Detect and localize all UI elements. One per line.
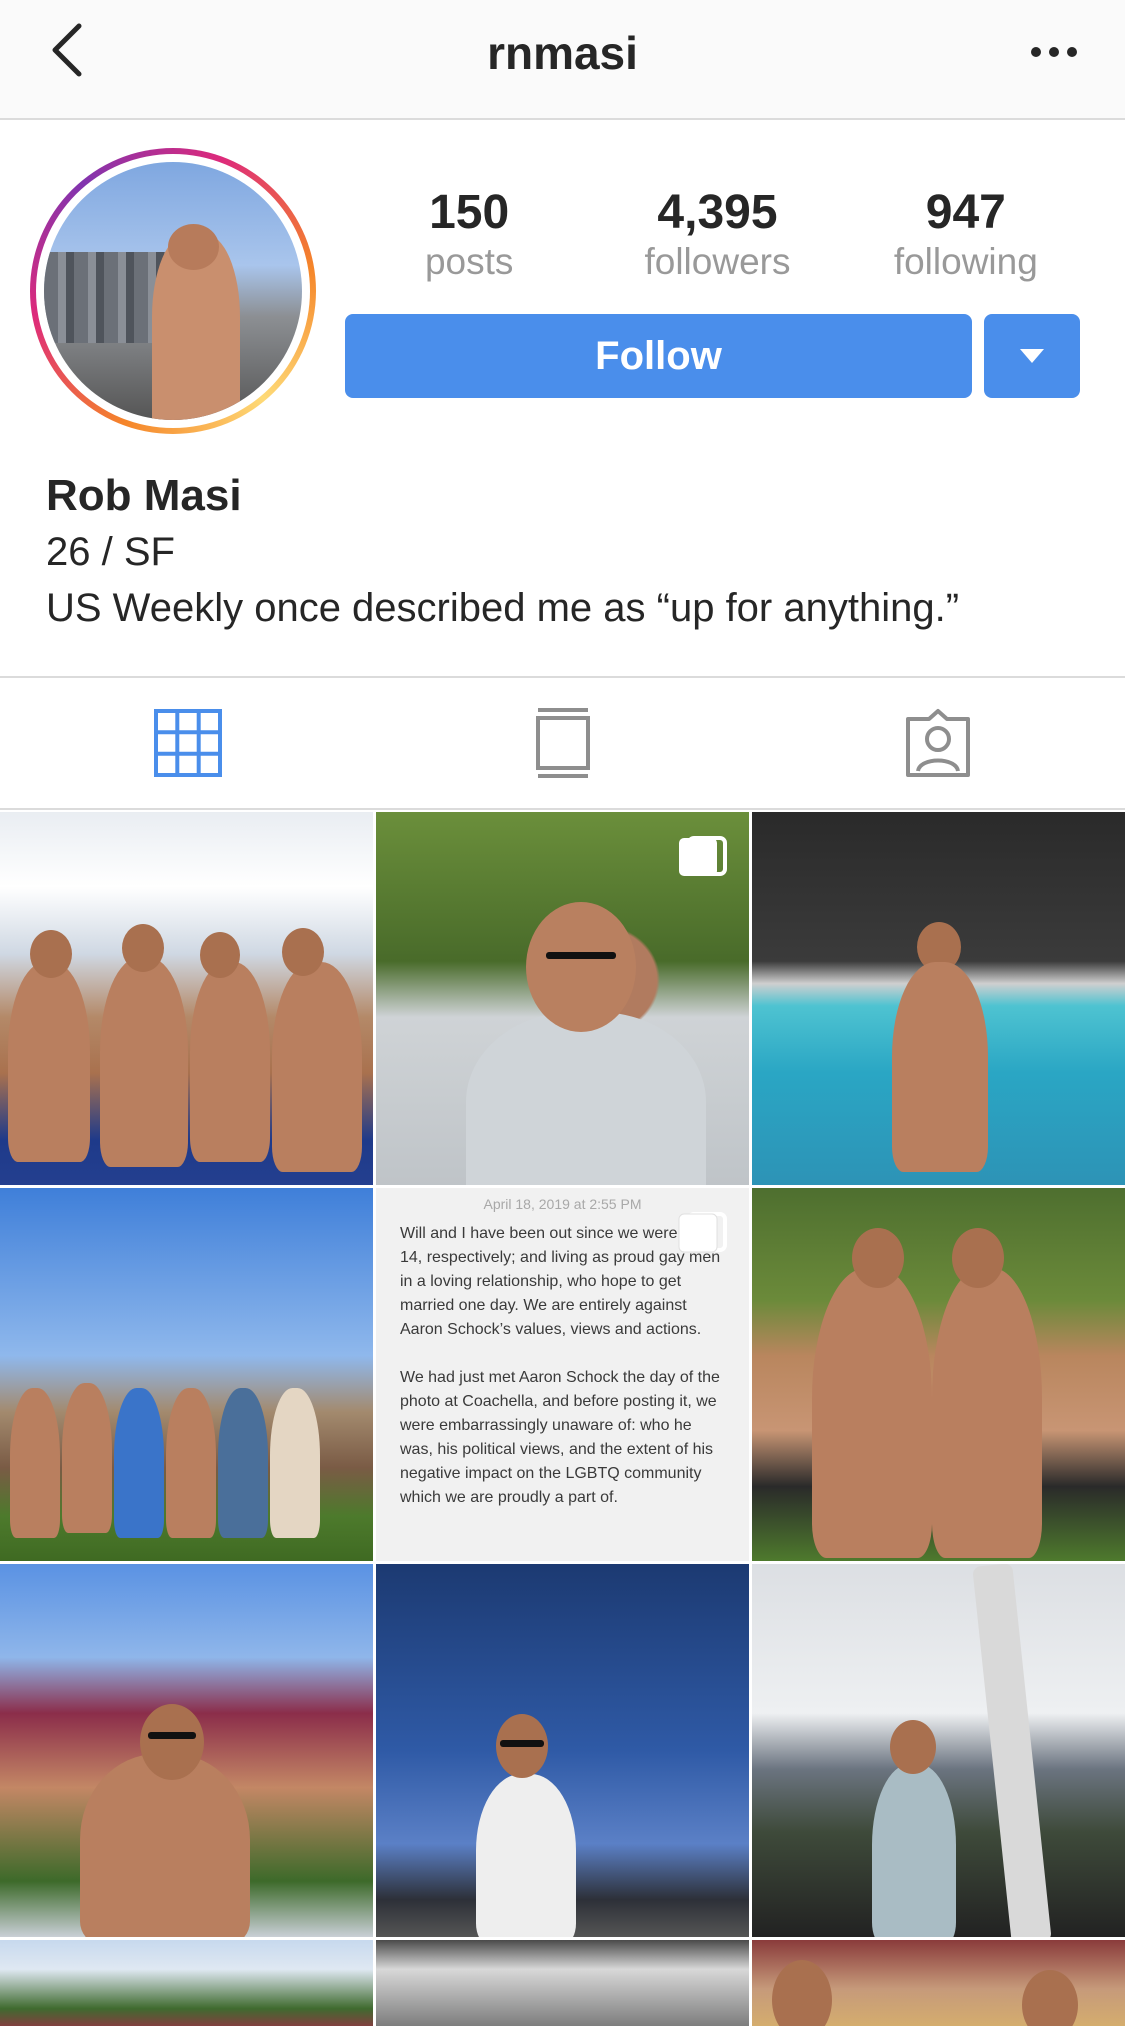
grid-icon	[153, 709, 222, 777]
more-horizontal-icon	[1031, 47, 1077, 57]
stat-posts[interactable]: 150 posts	[345, 186, 593, 286]
tab-tagged[interactable]	[750, 678, 1125, 808]
note-date: April 18, 2019 at 2:55 PM	[483, 1196, 642, 1212]
post-thumbnail[interactable]	[376, 1564, 749, 1937]
profile-username: rnmasi	[487, 27, 638, 79]
stat-value: 4,395	[657, 186, 778, 239]
more-options-button[interactable]	[1019, 22, 1089, 82]
post-thumbnail[interactable]	[752, 1564, 1125, 1937]
profile-bio: Rob Masi 26 / SF US Weekly once describe…	[46, 468, 1086, 636]
navigation-bar: rnmasi	[0, 0, 1125, 120]
feed-icon	[535, 708, 590, 778]
multiple-photos-icon	[679, 836, 727, 876]
tagged-user-icon	[905, 709, 970, 777]
post-thumbnail[interactable]	[0, 812, 373, 1185]
post-thumbnail[interactable]	[752, 1188, 1125, 1561]
bio-line: 26 / SF	[46, 530, 175, 574]
posts-grid: April 18, 2019 at 2:55 PM Will and I hav…	[0, 812, 1125, 2026]
bio-line: US Weekly once described me as “up for a…	[46, 586, 960, 630]
stat-value: 150	[429, 186, 510, 239]
stat-label: followers	[644, 241, 791, 282]
stat-label: following	[893, 241, 1038, 282]
tab-feed[interactable]	[375, 678, 750, 808]
stat-label: posts	[424, 241, 514, 282]
post-thumbnail[interactable]	[752, 812, 1125, 1185]
multiple-photos-icon	[678, 1212, 727, 1253]
profile-full-name: Rob Masi	[46, 471, 242, 520]
post-thumbnail[interactable]	[752, 1940, 1125, 2026]
caret-down-icon	[1020, 349, 1044, 363]
post-thumbnail[interactable]	[376, 812, 749, 1185]
post-thumbnail[interactable]	[376, 1940, 749, 2026]
post-thumbnail[interactable]	[0, 1188, 373, 1561]
post-thumbnail[interactable]	[0, 1940, 373, 2026]
note-paragraph: We had just met Aaron Schock the day of …	[400, 1369, 720, 1506]
note-text: Will and I have been out since we were a…	[400, 1222, 725, 1510]
profile-stats: 150 posts 4,395 followers 947 following	[345, 186, 1090, 286]
tab-grid[interactable]	[0, 678, 375, 808]
profile-tabs	[0, 676, 1125, 810]
profile-avatar-story-ring[interactable]	[30, 148, 316, 434]
post-thumbnail[interactable]	[0, 1564, 373, 1937]
avatar	[44, 162, 302, 420]
stat-following[interactable]: 947 following	[842, 186, 1090, 286]
stat-value: 947	[925, 186, 1006, 239]
follow-button[interactable]: Follow	[345, 314, 972, 398]
stat-followers[interactable]: 4,395 followers	[593, 186, 841, 286]
suggested-accounts-button[interactable]	[984, 314, 1080, 398]
post-thumbnail-note[interactable]: April 18, 2019 at 2:55 PM Will and I hav…	[376, 1188, 749, 1561]
